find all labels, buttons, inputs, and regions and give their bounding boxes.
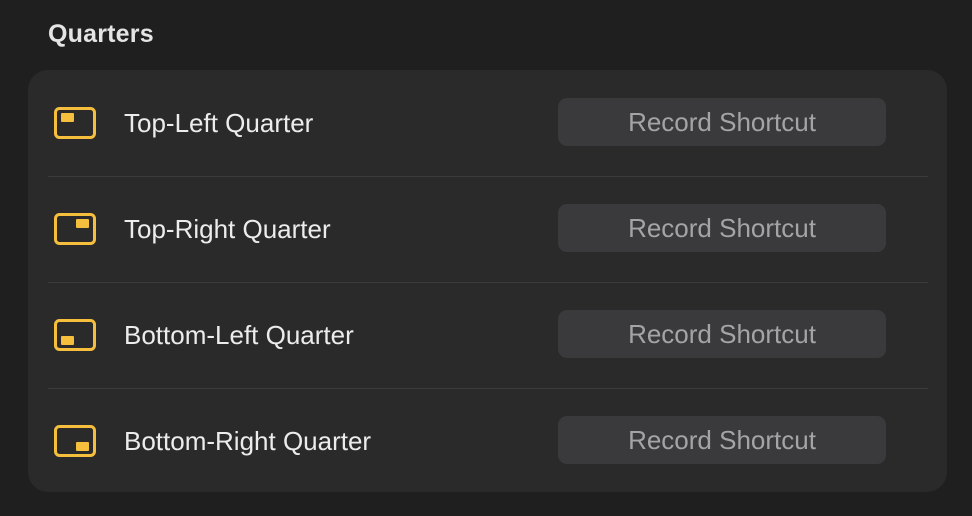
record-shortcut-button[interactable]: Record Shortcut	[558, 310, 886, 358]
record-shortcut-button[interactable]: Record Shortcut	[558, 416, 886, 464]
quarters-card: Top-Left Quarter Record Shortcut Top-Rig…	[28, 70, 947, 492]
shortcut-label: Top-Right Quarter	[124, 214, 331, 244]
record-shortcut-button[interactable]: Record Shortcut	[558, 98, 886, 146]
bottom-left-quarter-icon	[54, 319, 96, 351]
shortcut-row-top-right: Top-Right Quarter Record Shortcut	[28, 176, 947, 283]
section-title: Quarters	[48, 20, 154, 48]
record-shortcut-button[interactable]: Record Shortcut	[558, 204, 886, 252]
top-right-quarter-icon	[54, 213, 96, 245]
top-left-quarter-icon	[54, 107, 96, 139]
shortcut-label: Top-Left Quarter	[124, 108, 314, 138]
shortcut-row-bottom-right: Bottom-Right Quarter Record Shortcut	[28, 388, 947, 494]
shortcut-label: Bottom-Left Quarter	[124, 320, 354, 350]
shortcut-row-bottom-left: Bottom-Left Quarter Record Shortcut	[28, 282, 947, 389]
shortcut-row-top-left: Top-Left Quarter Record Shortcut	[28, 70, 947, 177]
bottom-right-quarter-icon	[54, 425, 96, 457]
shortcut-label: Bottom-Right Quarter	[124, 426, 372, 456]
